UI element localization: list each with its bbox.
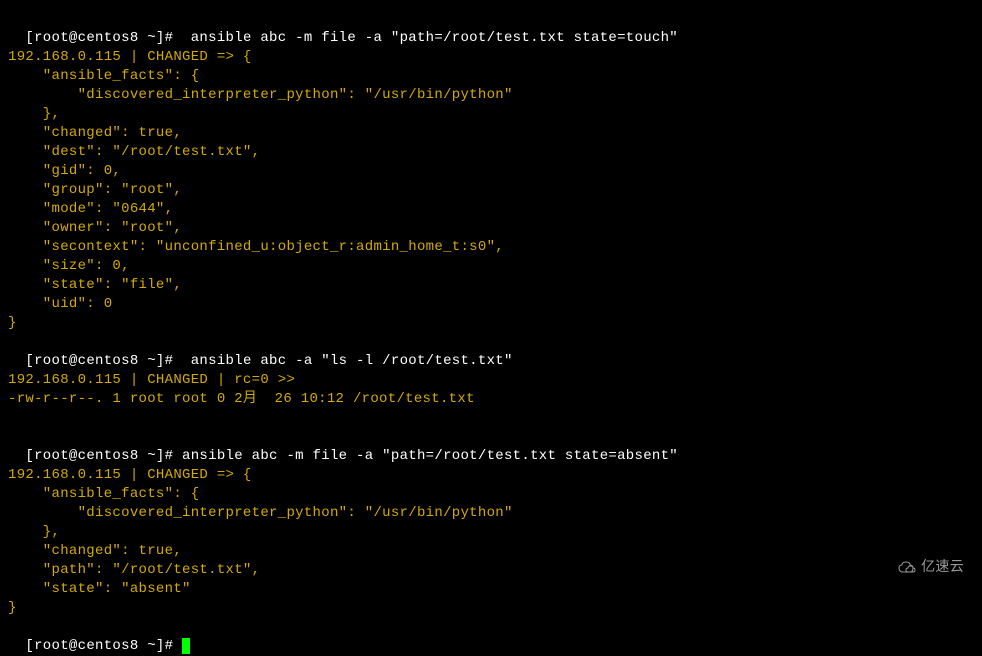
output-line: "owner": "root", [8, 219, 974, 238]
output-line: "state": "file", [8, 276, 974, 295]
command-text: ansible abc -m file -a "path=/root/test.… [191, 30, 678, 46]
cloud-icon [897, 560, 917, 574]
output-line: "uid": 0 [8, 295, 974, 314]
output-line: "discovered_interpreter_python": "/usr/b… [8, 86, 974, 105]
output-line: 192.168.0.115 | CHANGED => { [8, 466, 974, 485]
terminal-line[interactable]: [root@centos8 ~]# [8, 618, 974, 656]
output-line: "group": "root", [8, 181, 974, 200]
watermark-text: 亿速云 [921, 557, 964, 576]
output-line: "size": 0, [8, 257, 974, 276]
shell-prompt: [root@centos8 ~]# [25, 638, 182, 654]
output-line: } [8, 314, 974, 333]
output-line: "ansible_facts": { [8, 485, 974, 504]
output-line: "changed": true, [8, 542, 974, 561]
output-line: "path": "/root/test.txt", [8, 561, 974, 580]
output-line: "changed": true, [8, 124, 974, 143]
output-line: "ansible_facts": { [8, 67, 974, 86]
shell-prompt: [root@centos8 ~]# [25, 448, 182, 464]
shell-prompt: [root@centos8 ~]# [25, 30, 190, 46]
terminal-line[interactable]: [root@centos8 ~]# ansible abc -a "ls -l … [8, 333, 974, 371]
blank-line [8, 409, 974, 428]
output-line: "state": "absent" [8, 580, 974, 599]
output-line: } [8, 599, 974, 618]
command-text: ansible abc -a "ls -l /root/test.txt" [191, 353, 513, 369]
output-line: 192.168.0.115 | CHANGED | rc=0 >> [8, 371, 974, 390]
output-line: }, [8, 523, 974, 542]
output-line: -rw-r--r--. 1 root root 0 2月 26 10:12 /r… [8, 390, 974, 409]
output-line: }, [8, 105, 974, 124]
terminal-line[interactable]: [root@centos8 ~]# ansible abc -m file -a… [8, 10, 974, 48]
output-line: "mode": "0644", [8, 200, 974, 219]
output-line: 192.168.0.115 | CHANGED => { [8, 48, 974, 67]
watermark: 亿速云 [897, 557, 964, 576]
command-text: ansible abc -m file -a "path=/root/test.… [182, 448, 678, 464]
output-line: "gid": 0, [8, 162, 974, 181]
shell-prompt: [root@centos8 ~]# [25, 353, 190, 369]
terminal-line[interactable]: [root@centos8 ~]# ansible abc -m file -a… [8, 428, 974, 466]
output-line: "secontext": "unconfined_u:object_r:admi… [8, 238, 974, 257]
output-line: "discovered_interpreter_python": "/usr/b… [8, 504, 974, 523]
cursor [182, 638, 190, 654]
output-line: "dest": "/root/test.txt", [8, 143, 974, 162]
